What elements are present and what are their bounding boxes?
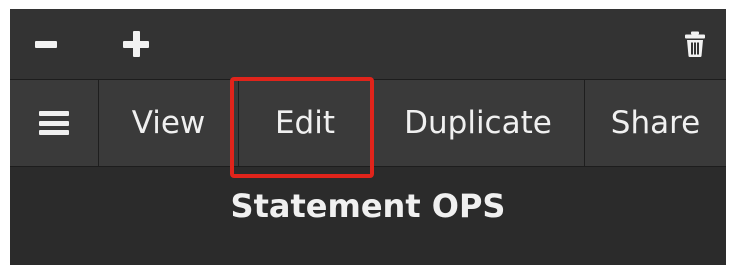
hamburger-icon	[39, 111, 69, 135]
delete-button[interactable]	[670, 9, 720, 79]
top-toolbar	[10, 9, 726, 79]
trash-icon	[685, 31, 705, 57]
share-button[interactable]: Share	[585, 80, 726, 166]
plus-icon	[123, 31, 149, 57]
duplicate-button[interactable]: Duplicate	[372, 80, 585, 166]
zoom-in-button[interactable]	[104, 9, 168, 79]
minus-icon	[35, 40, 57, 48]
view-button[interactable]: View	[99, 80, 239, 166]
menu-button[interactable]	[10, 80, 99, 166]
panel-title: Statement OPS	[230, 187, 506, 225]
edit-button[interactable]: Edit	[239, 80, 372, 166]
app-frame: View Edit Duplicate Share Statement OPS	[10, 9, 726, 265]
zoom-out-button[interactable]	[14, 9, 78, 79]
action-bar: View Edit Duplicate Share	[10, 79, 726, 167]
